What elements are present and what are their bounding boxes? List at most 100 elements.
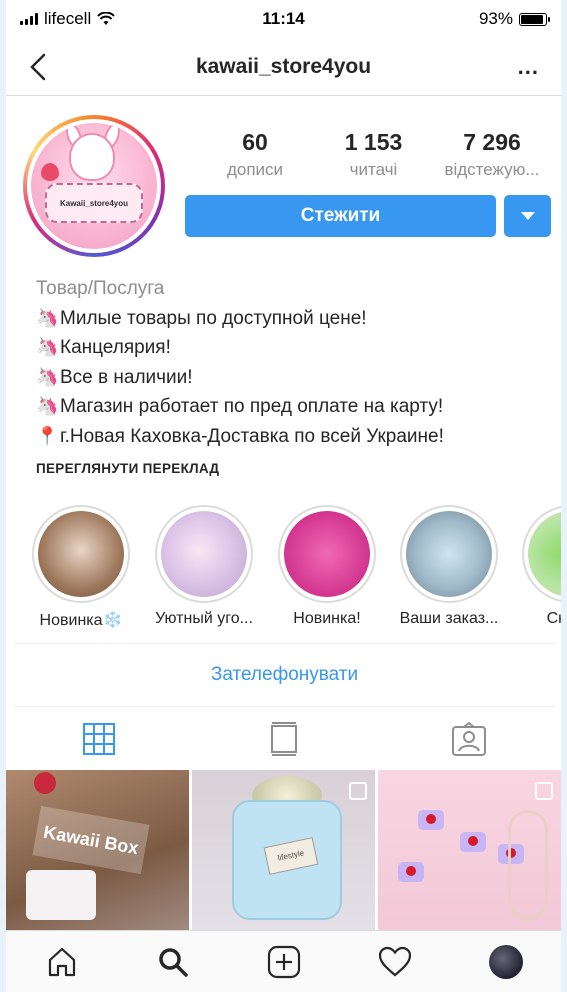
pouch-picture: lifestyle: [232, 800, 342, 920]
highlight-cover: [38, 511, 124, 597]
wifi-icon: [97, 12, 115, 25]
bio-text: Милые товары по доступной цене!: [60, 307, 367, 329]
clip-picture: [460, 832, 486, 852]
nav-add[interactable]: [254, 937, 314, 987]
call-button[interactable]: Зателефонувати: [14, 643, 555, 707]
unicorn-emoji: 🦄: [36, 337, 59, 357]
unicorn-emoji: 🦄: [36, 307, 59, 328]
battery-icon: [519, 12, 550, 26]
profile-username: kawaii_store4you: [195, 54, 372, 78]
status-bar: lifecell 11:14 93%: [6, 0, 561, 38]
instagram-profile-screen: lifecell 11:14 93% kawaii_store4you ... …: [0, 0, 567, 992]
profile-summary: Kawaii_store4you 60 дописи 1 153 читачі …: [6, 97, 561, 262]
stat-label: читачі: [349, 160, 398, 179]
stat-value: 60: [242, 129, 268, 155]
unicorn-emoji: 🦄: [36, 396, 59, 416]
highlight-label: Новинка❄️: [39, 612, 123, 629]
suggested-accounts-button[interactable]: [504, 195, 551, 237]
grid-icon: [82, 723, 115, 755]
unicorn-emoji: 🦄: [36, 366, 59, 387]
highlight-item[interactable]: Сквиш: [510, 505, 561, 628]
highlight-item[interactable]: Новинка!: [266, 505, 388, 628]
profile-stats: 60 дописи 1 153 читачі 7 296 відстежую..…: [196, 129, 551, 180]
status-right: 93%: [478, 9, 550, 29]
tagged-icon: [451, 721, 486, 756]
tab-grid[interactable]: [6, 708, 191, 770]
signal-icon: [20, 13, 38, 25]
multiple-photos-icon: [535, 782, 553, 800]
highlight-label: Новинка!: [293, 610, 361, 627]
clip-picture: [418, 810, 444, 830]
post-caption-text: Kawaii Box: [32, 805, 150, 875]
carrier-name: lifecell: [44, 9, 92, 28]
story-highlights: Новинка❄️ Уютный уго... Новинка! Ваши за…: [6, 505, 561, 637]
caret-down-icon: [520, 212, 535, 220]
following-count[interactable]: 7 296 відстежую...: [433, 129, 551, 180]
highlight-item[interactable]: Уютный уго...: [143, 505, 265, 628]
battery-fill: [521, 14, 544, 24]
stat-label: дописи: [226, 160, 284, 179]
bio-line: 🦄 Все в наличии!: [36, 363, 556, 393]
status-left: lifecell: [20, 9, 115, 29]
tab-tagged[interactable]: [376, 708, 561, 770]
follow-button[interactable]: Стежити: [185, 195, 496, 237]
berry-decor: [34, 772, 56, 794]
pin-emoji: 📍: [36, 425, 59, 446]
cable-picture: [508, 810, 548, 920]
bio-text: Все в наличии!: [60, 366, 193, 388]
pouch-picture: [26, 870, 96, 920]
see-translation-link[interactable]: ПЕРЕГЛЯНУТИ ПЕРЕКЛАД: [36, 461, 219, 476]
nav-search[interactable]: [143, 937, 203, 987]
stat-value: 7 296: [463, 129, 521, 155]
profile-tabs: [6, 708, 561, 770]
nav-profile[interactable]: [476, 937, 536, 987]
highlight-cover: [406, 511, 492, 597]
highlight-cover: [528, 511, 561, 597]
highlight-cover: [284, 511, 370, 597]
avatar[interactable]: Kawaii_store4you: [23, 115, 165, 257]
strawberry-picture: [41, 163, 59, 181]
heart-icon: [378, 946, 411, 976]
bio-text: г.Новая Каховка-Доставка по всей Украине…: [60, 425, 444, 447]
rabbit-picture: [69, 133, 115, 181]
profile-icon: [488, 944, 523, 979]
feed-icon: [270, 722, 297, 756]
highlight-label: Сквиш: [546, 610, 561, 627]
followers-count[interactable]: 1 153 читачі: [315, 129, 433, 180]
battery-percent: 93%: [478, 9, 513, 28]
profile-header: kawaii_store4you ...: [6, 38, 561, 96]
bio-line: 🦄 Милые товары по доступной цене!: [36, 304, 556, 334]
chevron-left-icon[interactable]: [26, 52, 50, 82]
tab-feed[interactable]: [191, 708, 376, 770]
highlight-cover: [161, 511, 247, 597]
posts-grid: Kawaii Box lifestyle: [6, 770, 561, 930]
bio-line: 🦄 Канцелярия!: [36, 333, 556, 363]
posts-count[interactable]: 60 дописи: [196, 129, 314, 180]
nav-home[interactable]: [32, 937, 92, 987]
add-icon: [267, 945, 300, 978]
highlight-label: Ваши заказ...: [399, 610, 499, 627]
clip-picture: [398, 862, 424, 882]
bio-text: Канцелярия!: [60, 337, 171, 358]
nav-activity[interactable]: [365, 937, 425, 987]
post-thumbnail[interactable]: lifestyle: [192, 770, 375, 930]
bio-line: 🦄 Магазин работает по пред оплате на карт…: [36, 392, 556, 422]
highlight-label: Уютный уго...: [155, 610, 253, 627]
stat-value: 1 153: [344, 129, 403, 155]
profile-bio: Товар/Послуга 🦄 Милые товары по доступной…: [36, 274, 556, 451]
avatar-image: Kawaii_store4you: [31, 123, 157, 249]
bio-line: 📍 г.Новая Каховка-Доставка по всей Украин…: [36, 422, 556, 452]
highlight-item[interactable]: Новинка❄️: [20, 505, 142, 630]
post-thumbnail[interactable]: [378, 770, 561, 930]
home-icon: [48, 947, 75, 976]
avatar-logo-text: Kawaii_store4you: [45, 183, 143, 223]
highlight-item[interactable]: Ваши заказ...: [388, 505, 510, 628]
business-category: Товар/Послуга: [36, 278, 165, 299]
post-thumbnail[interactable]: Kawaii Box: [6, 770, 189, 930]
multiple-photos-icon: [349, 782, 367, 800]
more-options-icon[interactable]: ...: [518, 54, 539, 80]
post-caption-text: lifestyle: [263, 837, 319, 875]
stat-label: відстежую...: [444, 160, 540, 179]
bio-text: Магазин работает по пред оплате на карту…: [60, 396, 444, 417]
bottom-navigation: [6, 930, 561, 992]
